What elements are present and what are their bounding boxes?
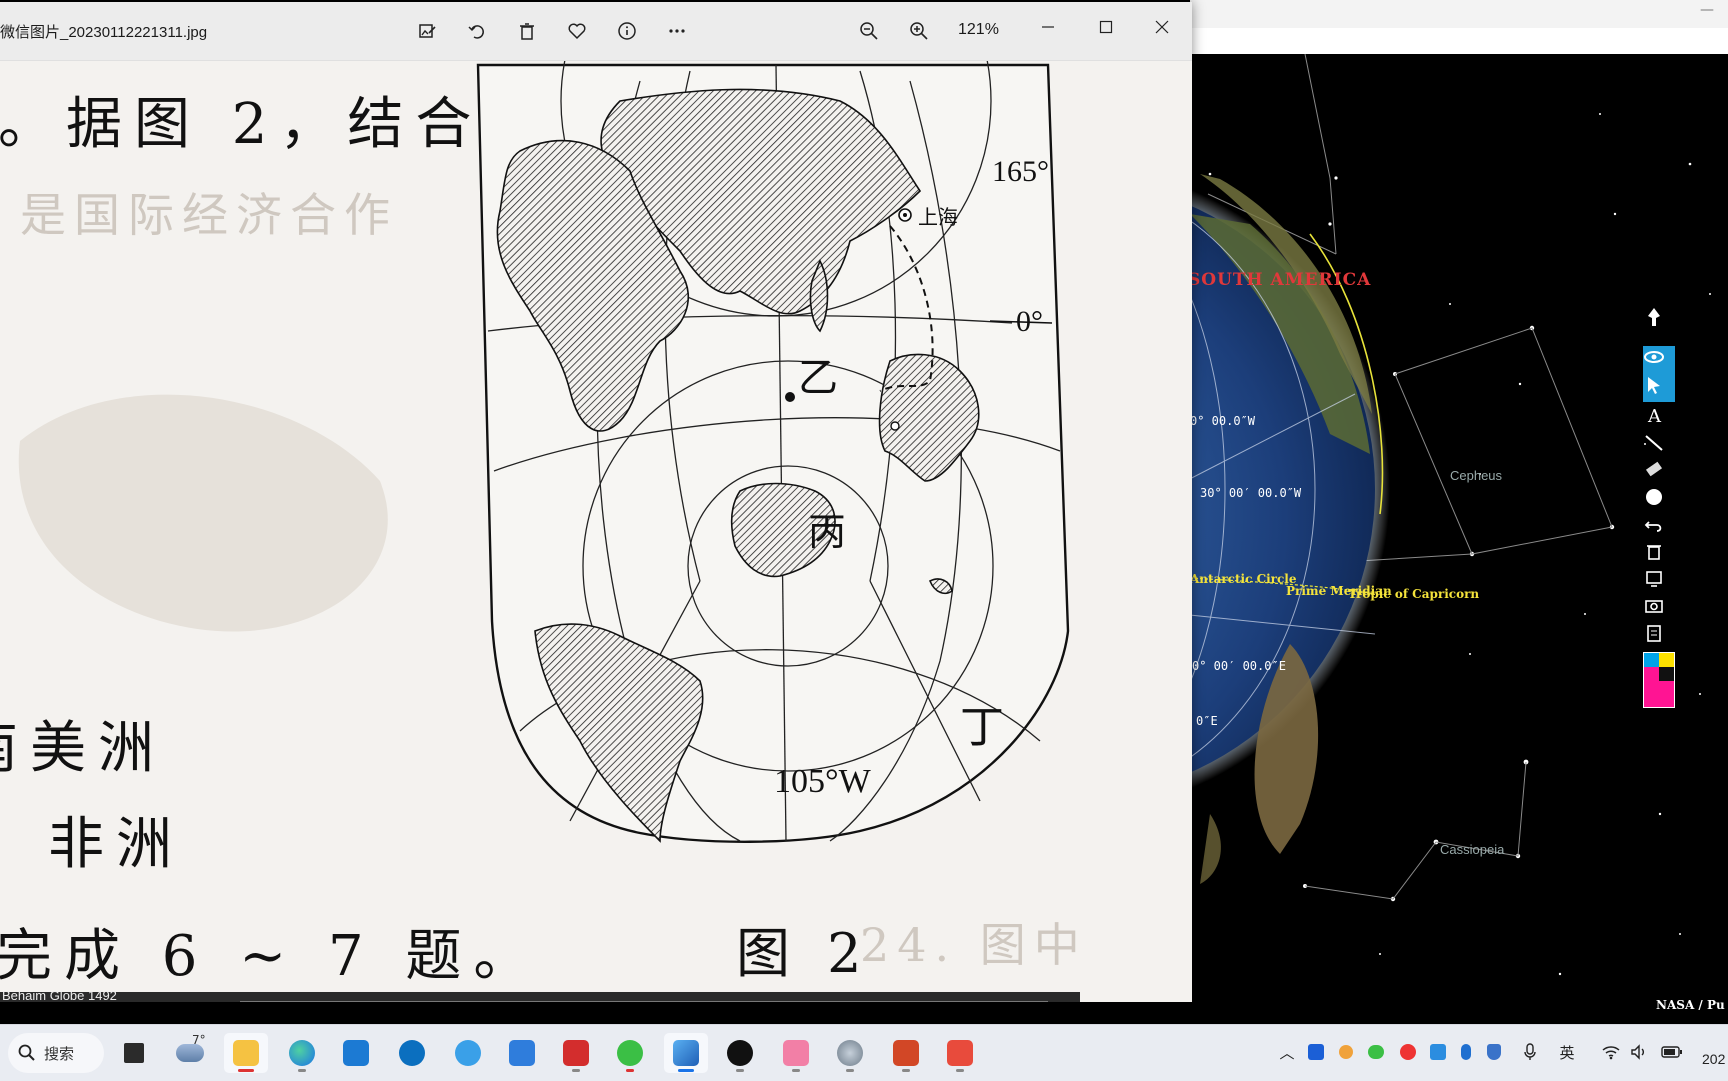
clipboard-icon[interactable] [1643,622,1675,650]
photos-viewer-window: 微信图片_20230112221311.jpg 121% 。据图 2，结合 是国… [0,2,1192,1002]
minimize-icon[interactable]: — [1700,2,1714,18]
info-icon[interactable] [612,16,642,46]
maximize-icon[interactable] [1086,12,1126,42]
svg-text:A: A [1647,406,1662,426]
cursor-icon[interactable] [1643,374,1675,402]
photo-canvas[interactable]: 。据图 2，结合 是国际经济合作 南美洲 、非洲 完成 6 ~ 7 题。 24.… [0,61,1192,1002]
app-icon-bird[interactable] [500,1033,544,1073]
zoom-out-icon[interactable] [854,16,884,46]
coord-label: 30° 00′ 00.0″W [1200,486,1302,500]
wifi-icon[interactable] [1600,1039,1622,1065]
ghost-text: 是国际经济合作 [20,188,398,242]
file-explorer-icon[interactable] [224,1033,268,1073]
map-label-ding: 丁 [960,703,1004,752]
wechat-icon[interactable] [608,1033,652,1073]
coord-label: 0° 00′ 00.0″E [1192,659,1286,673]
app-icon-dark[interactable] [718,1033,762,1073]
map-label-shanghai: 上海 [918,207,958,229]
delete-icon[interactable] [512,16,542,46]
zoom-level[interactable]: 121% [958,21,999,39]
globe-app-icon[interactable] [828,1033,872,1073]
close-icon[interactable] [1142,12,1182,42]
eye-icon[interactable] [1643,346,1675,374]
question-line: 、非洲 [0,812,184,877]
app-icon-pink[interactable] [774,1033,818,1073]
search-tray-icon[interactable] [1336,1039,1356,1065]
constellation-label: Cepheus [1450,468,1503,483]
viewer-title-bar[interactable]: 微信图片_20230112221311.jpg 121% [0,2,1192,61]
store-icon[interactable] [334,1033,378,1073]
map-label-bing: 丙 [808,512,847,554]
favorite-icon[interactable] [562,16,592,46]
battery-icon[interactable] [1660,1039,1684,1065]
background-title-bar: — [1190,0,1728,28]
trash-icon[interactable] [1643,540,1675,568]
question-line: 。据图 2，结合 [0,92,484,157]
taskbar-search[interactable]: 搜索 [8,1033,104,1073]
edge-browser-icon[interactable] [280,1033,324,1073]
figure-caption: 图 2 [736,922,872,985]
minimize-icon[interactable] [1028,12,1068,42]
more-icon[interactable] [662,16,692,46]
security-tray-icon[interactable] [1428,1039,1448,1065]
weather-temp: 7° [192,1033,206,1047]
screen-icon[interactable] [1643,568,1675,596]
background-toolbar [1190,28,1728,55]
credit-label: NASA / Pu [1656,998,1725,1012]
microphone-icon[interactable] [1520,1039,1540,1065]
ghost-text: 24. 图中 [860,918,1088,972]
dot-brush-icon[interactable] [1643,486,1675,514]
horizontal-scrollbar[interactable] [240,1001,1048,1002]
ime-indicator[interactable]: 英 [1556,1039,1578,1065]
map-label-longitude: 165° [992,155,1049,188]
drawing-tool-palette: A [1643,306,1675,742]
rotate-icon[interactable] [462,16,492,46]
map-label-yi: 乙 [798,355,838,400]
map-label-equator: 0° [1016,305,1043,338]
text-tool-icon[interactable]: A [1643,404,1675,432]
file-name: 微信图片_20230112221311.jpg [0,24,208,41]
constellation-label: Cassiopeia [1440,842,1505,857]
continent-label: SOUTH AMERICA [1188,270,1372,290]
camera-icon[interactable] [1643,594,1675,622]
undo-icon[interactable] [1643,514,1675,542]
wechat-tray-icon[interactable] [1366,1039,1386,1065]
pen-tip-icon[interactable] [1643,306,1675,334]
eraser-icon[interactable] [1643,458,1675,486]
coord-label: 0″E [1196,714,1218,728]
line-tool-icon[interactable] [1643,432,1675,460]
powerpoint-icon[interactable] [884,1033,928,1073]
app-icon-help[interactable] [446,1033,490,1073]
question-line: 南美洲 [0,716,166,781]
taskbar: 搜索 7° ︿ 英 202 [0,1024,1728,1081]
app-icon-blue[interactable] [390,1033,434,1073]
shield-icon[interactable] [1484,1039,1504,1065]
pdf-reader-icon[interactable] [554,1033,598,1073]
photos-app-icon[interactable] [664,1033,708,1073]
circle-label: Tropic of Capricorn [1348,587,1480,601]
coord-label: 0° 00.0″W [1190,414,1256,428]
tray-icon[interactable] [1306,1039,1326,1065]
color-swatch[interactable] [1643,652,1675,708]
bluetooth-icon[interactable] [1456,1039,1476,1065]
clock[interactable]: 202 [1702,1051,1725,1067]
chevron-up-icon[interactable]: ︿ [1278,1039,1296,1065]
task-view-icon[interactable] [112,1033,156,1073]
map-label-longitude: 105°W [774,763,871,800]
search-label: 搜索 [44,1044,75,1063]
tray-icon[interactable] [1398,1039,1418,1065]
edit-image-icon[interactable] [412,16,442,46]
speaker-icon[interactable] [1628,1039,1650,1065]
circle-label: Antarctic Circle [1190,572,1297,586]
filmstrip-label: Behaim Globe 1492 [2,988,117,1002]
question-line: 完成 6 ~ 7 题。 [0,924,542,989]
app-icon-red[interactable] [938,1033,982,1073]
zoom-in-icon[interactable] [904,16,934,46]
search-icon [18,1044,35,1061]
